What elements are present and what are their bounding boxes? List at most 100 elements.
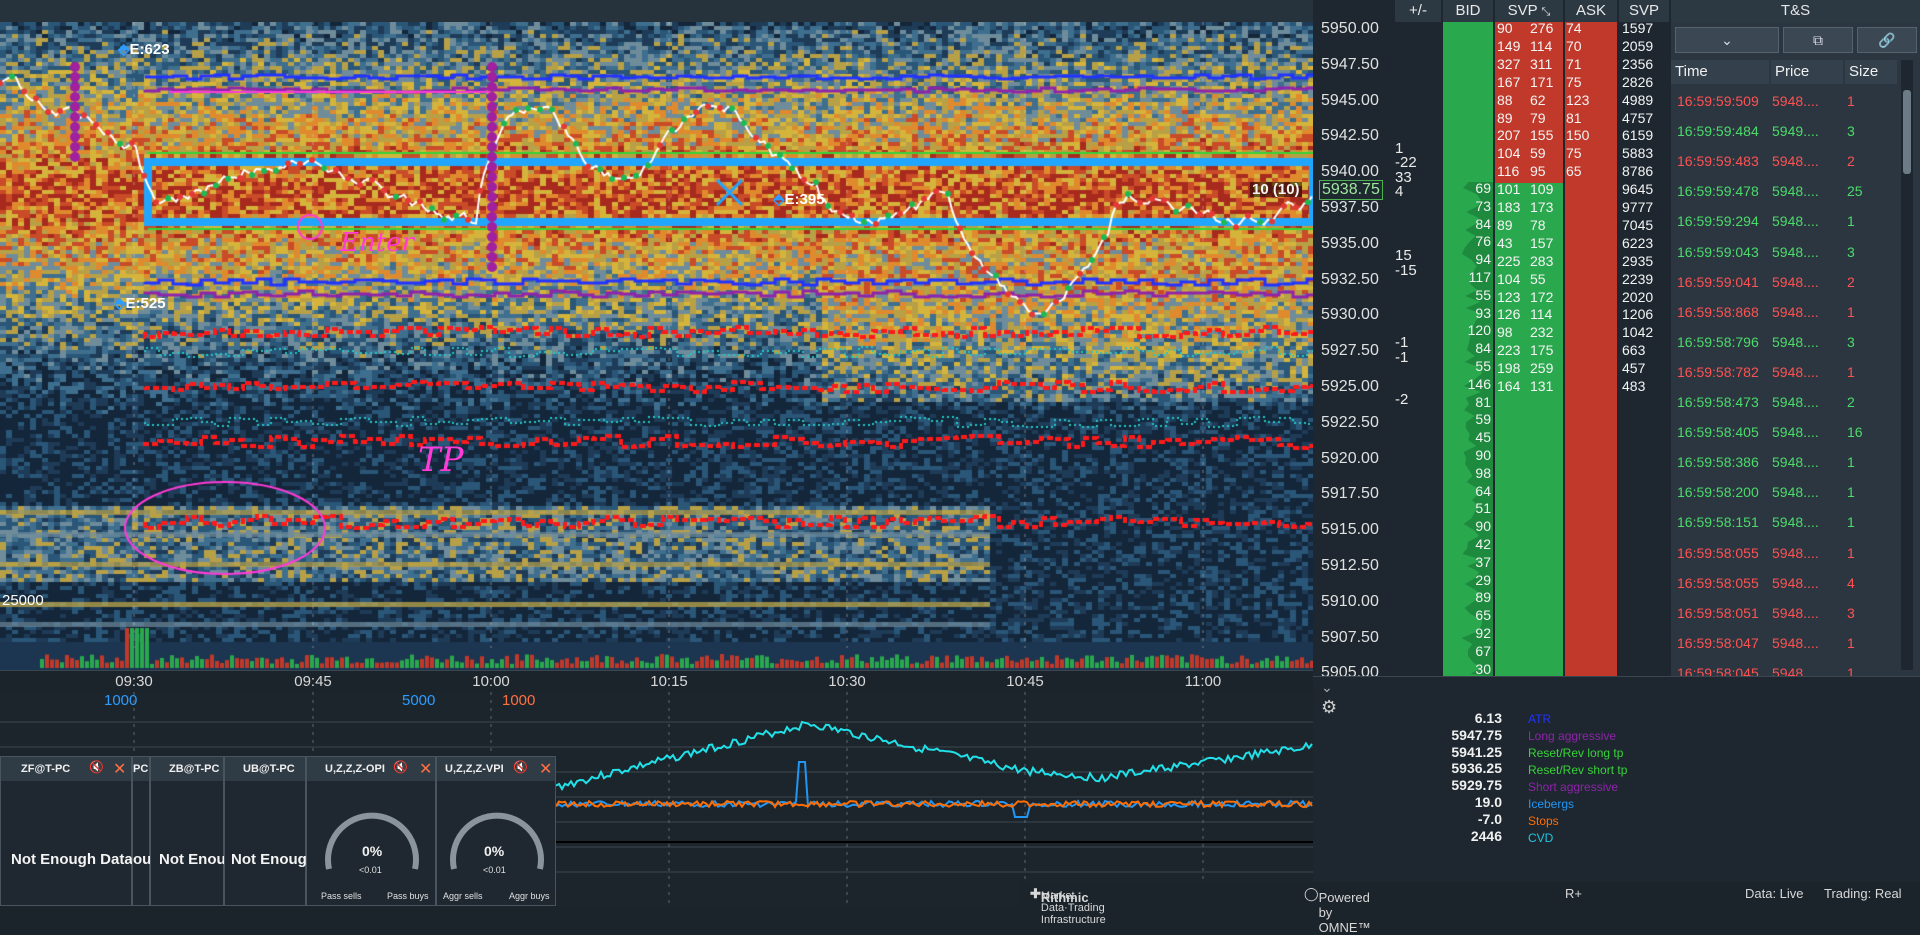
ts-link-button[interactable]: 🔗 [1857, 27, 1917, 53]
ts-row[interactable]: 16:59:58:405 5948.... 16 [1671, 417, 1907, 447]
svp-header[interactable]: SVP ⤡ [1495, 0, 1563, 22]
indicator-scale-5000[interactable]: 5000 [402, 692, 435, 709]
stat-legend-label: Long aggressive [1528, 729, 1617, 743]
ts-row[interactable]: 16:59:58:151 5948.... 1 [1671, 507, 1907, 537]
ts-row[interactable]: 16:59:58:386 5948.... 1 [1671, 447, 1907, 477]
indicator-scale-1000[interactable]: 1000 [104, 692, 137, 709]
svp-sell-volume: 104 [1497, 270, 1521, 287]
price-level: 5930.00 [1321, 306, 1379, 324]
svp-buy-volume: 78 [1530, 216, 1546, 233]
ask-size: 150 [1566, 127, 1590, 144]
stat-value: 5936.25 [1451, 760, 1502, 777]
collapse-icon[interactable]: ⤡ [1542, 6, 1551, 18]
svp-sell-volume: 327 [1497, 55, 1521, 72]
svp-sell-volume: 104 [1497, 145, 1521, 162]
ts-row[interactable]: 16:59:58:051 5948.... 3 [1671, 598, 1907, 628]
mini-window-ub[interactable]: UB@T-PC Not Enough [224, 756, 316, 906]
ts-dropdown-button[interactable]: ⌄ [1675, 27, 1779, 53]
ts-row[interactable]: 16:59:58:200 5948.... 1 [1671, 477, 1907, 507]
indicator-scale-1000-b[interactable]: 1000 [502, 692, 535, 709]
ts-time: 16:59:59:483 [1677, 153, 1759, 170]
ts-price: 5948.... [1772, 93, 1819, 109]
ts-row[interactable]: 16:59:59:484 5949.... 3 [1671, 116, 1907, 146]
svp-sell-volume: 90 [1497, 20, 1513, 36]
chevron-down-icon[interactable]: ⌄ [1321, 679, 1333, 696]
bid-size: 51 [1475, 500, 1491, 517]
speaker-mute-icon[interactable]: 🔇 [89, 760, 104, 774]
speaker-mute-icon[interactable]: 🔇 [393, 760, 408, 774]
svp-buy-volume: 259 [1530, 360, 1554, 377]
ts-row[interactable]: 16:59:58:868 5948.... 1 [1671, 297, 1907, 327]
mini-window-zb[interactable]: ZB@T-PC Not Enou [150, 756, 226, 906]
ts-size: 1 [1847, 544, 1855, 561]
ts-row[interactable]: 16:59:58:796 5948.... 3 [1671, 327, 1907, 357]
svp-total-volume: 6159 [1622, 127, 1654, 144]
close-icon[interactable]: ✕ [113, 759, 126, 779]
ts-row[interactable]: 16:59:58:473 5948.... 2 [1671, 387, 1907, 417]
mini-window-opi[interactable]: U,Z,Z,Z-OPI 🔇 ✕ 0% <0.01 Pass sells Pass… [306, 756, 436, 906]
bid-size: 92 [1475, 625, 1491, 641]
ts-scrollbar[interactable] [1901, 60, 1913, 670]
ts-size: 1 [1847, 634, 1855, 651]
svp-total-volume: 457 [1622, 360, 1646, 377]
iceberg-label-text: E:623 [129, 41, 170, 58]
time-tick: 10:45 [1006, 673, 1044, 690]
svp-sell-volume: 164 [1497, 378, 1521, 394]
ask-size: 74 [1566, 20, 1582, 36]
ts-row[interactable]: 16:59:58:055 5948.... 1 [1671, 538, 1907, 568]
ts-scroll-thumb[interactable] [1903, 90, 1911, 174]
ts-col-size[interactable]: Size [1845, 60, 1897, 84]
ts-row[interactable]: 16:59:59:478 5948.... 25 [1671, 176, 1907, 206]
close-icon[interactable]: ✕ [539, 759, 552, 779]
svp-sell-volume: 101 [1497, 181, 1521, 198]
mini-title: U,Z,Z,Z-OPI [307, 757, 435, 781]
ts-row[interactable]: 16:59:58:782 5948.... 1 [1671, 357, 1907, 387]
ts-size: 1 [1847, 93, 1855, 109]
ts-row[interactable]: 16:59:58:047 5948.... 1 [1671, 628, 1907, 658]
ts-row[interactable]: 16:59:59:043 5948.... 3 [1671, 237, 1907, 267]
current-price: 5938.75 [1319, 180, 1383, 200]
gauge-right-label: Aggr buys [509, 891, 550, 901]
speaker-mute-icon[interactable]: 🔇 [513, 760, 528, 774]
ts-price: 5948.... [1772, 273, 1819, 290]
ts-time: 16:59:59:478 [1677, 183, 1759, 200]
ts-row[interactable]: 16:59:59:041 5948.... 2 [1671, 267, 1907, 297]
gear-icon[interactable]: ⚙ [1321, 697, 1337, 718]
close-icon[interactable]: ✕ [419, 759, 432, 779]
ts-size: 4 [1847, 574, 1855, 591]
time-tick: 11:00 [1184, 673, 1222, 690]
ts-title: T&S [1671, 0, 1920, 22]
mini-window-vpi[interactable]: U,Z,Z,Z-VPI 🔇 ✕ 0% <0.01 Aggr sells Aggr… [436, 756, 556, 906]
bid-size: 98 [1475, 464, 1491, 481]
heatmap-chart[interactable] [0, 22, 1313, 670]
ts-size: 3 [1847, 333, 1855, 350]
time-axis: 09:30 09:45 10:00 10:15 10:30 10:45 11:00 [0, 670, 1313, 692]
svp-buy-volume: 155 [1530, 127, 1554, 144]
ts-row[interactable]: 16:59:59:483 5948.... 2 [1671, 146, 1907, 176]
mini-window-hidden[interactable]: PC ou [132, 756, 151, 906]
ts-time: 16:59:58:868 [1677, 303, 1759, 320]
price-level: 5922.50 [1321, 413, 1379, 431]
ts-row[interactable]: 16:59:59:294 5948.... 1 [1671, 206, 1907, 236]
svp-sell-volume: 207 [1497, 127, 1521, 144]
mini-window-zf[interactable]: ZF@T-PC 🔇 ✕ Not Enough Data [0, 756, 133, 906]
time-tick: 10:15 [650, 673, 688, 690]
price-level: 5925.00 [1321, 378, 1379, 395]
gauge-right-label: Pass buys [387, 891, 429, 901]
bid-size: 59 [1475, 411, 1491, 428]
svp-total-volume: 1206 [1622, 306, 1654, 323]
ts-col-time[interactable]: Time [1671, 60, 1769, 84]
status-bar: ✚ Rithmic Market Data·Trading Infrastruc… [1020, 882, 1920, 935]
iceberg-icon: ⬘ [114, 295, 126, 312]
ts-col-price[interactable]: Price [1771, 60, 1843, 84]
rithmic-subtitle: Market Data·Trading Infrastructure [1040, 890, 1106, 926]
data-status: Data: Live [1745, 886, 1804, 901]
ts-price: 5948.... [1772, 183, 1819, 200]
bid-size: 64 [1475, 482, 1491, 499]
ts-row[interactable]: 16:59:58:055 5948.... 4 [1671, 568, 1907, 598]
bid-size: 89 [1475, 589, 1491, 606]
svp-total-volume: 2059 [1622, 37, 1654, 54]
ts-popout-button[interactable]: ⧉ [1783, 27, 1853, 53]
ts-size: 1 [1847, 213, 1855, 230]
ts-row[interactable]: 16:59:59:509 5948.... 1 [1671, 86, 1907, 116]
